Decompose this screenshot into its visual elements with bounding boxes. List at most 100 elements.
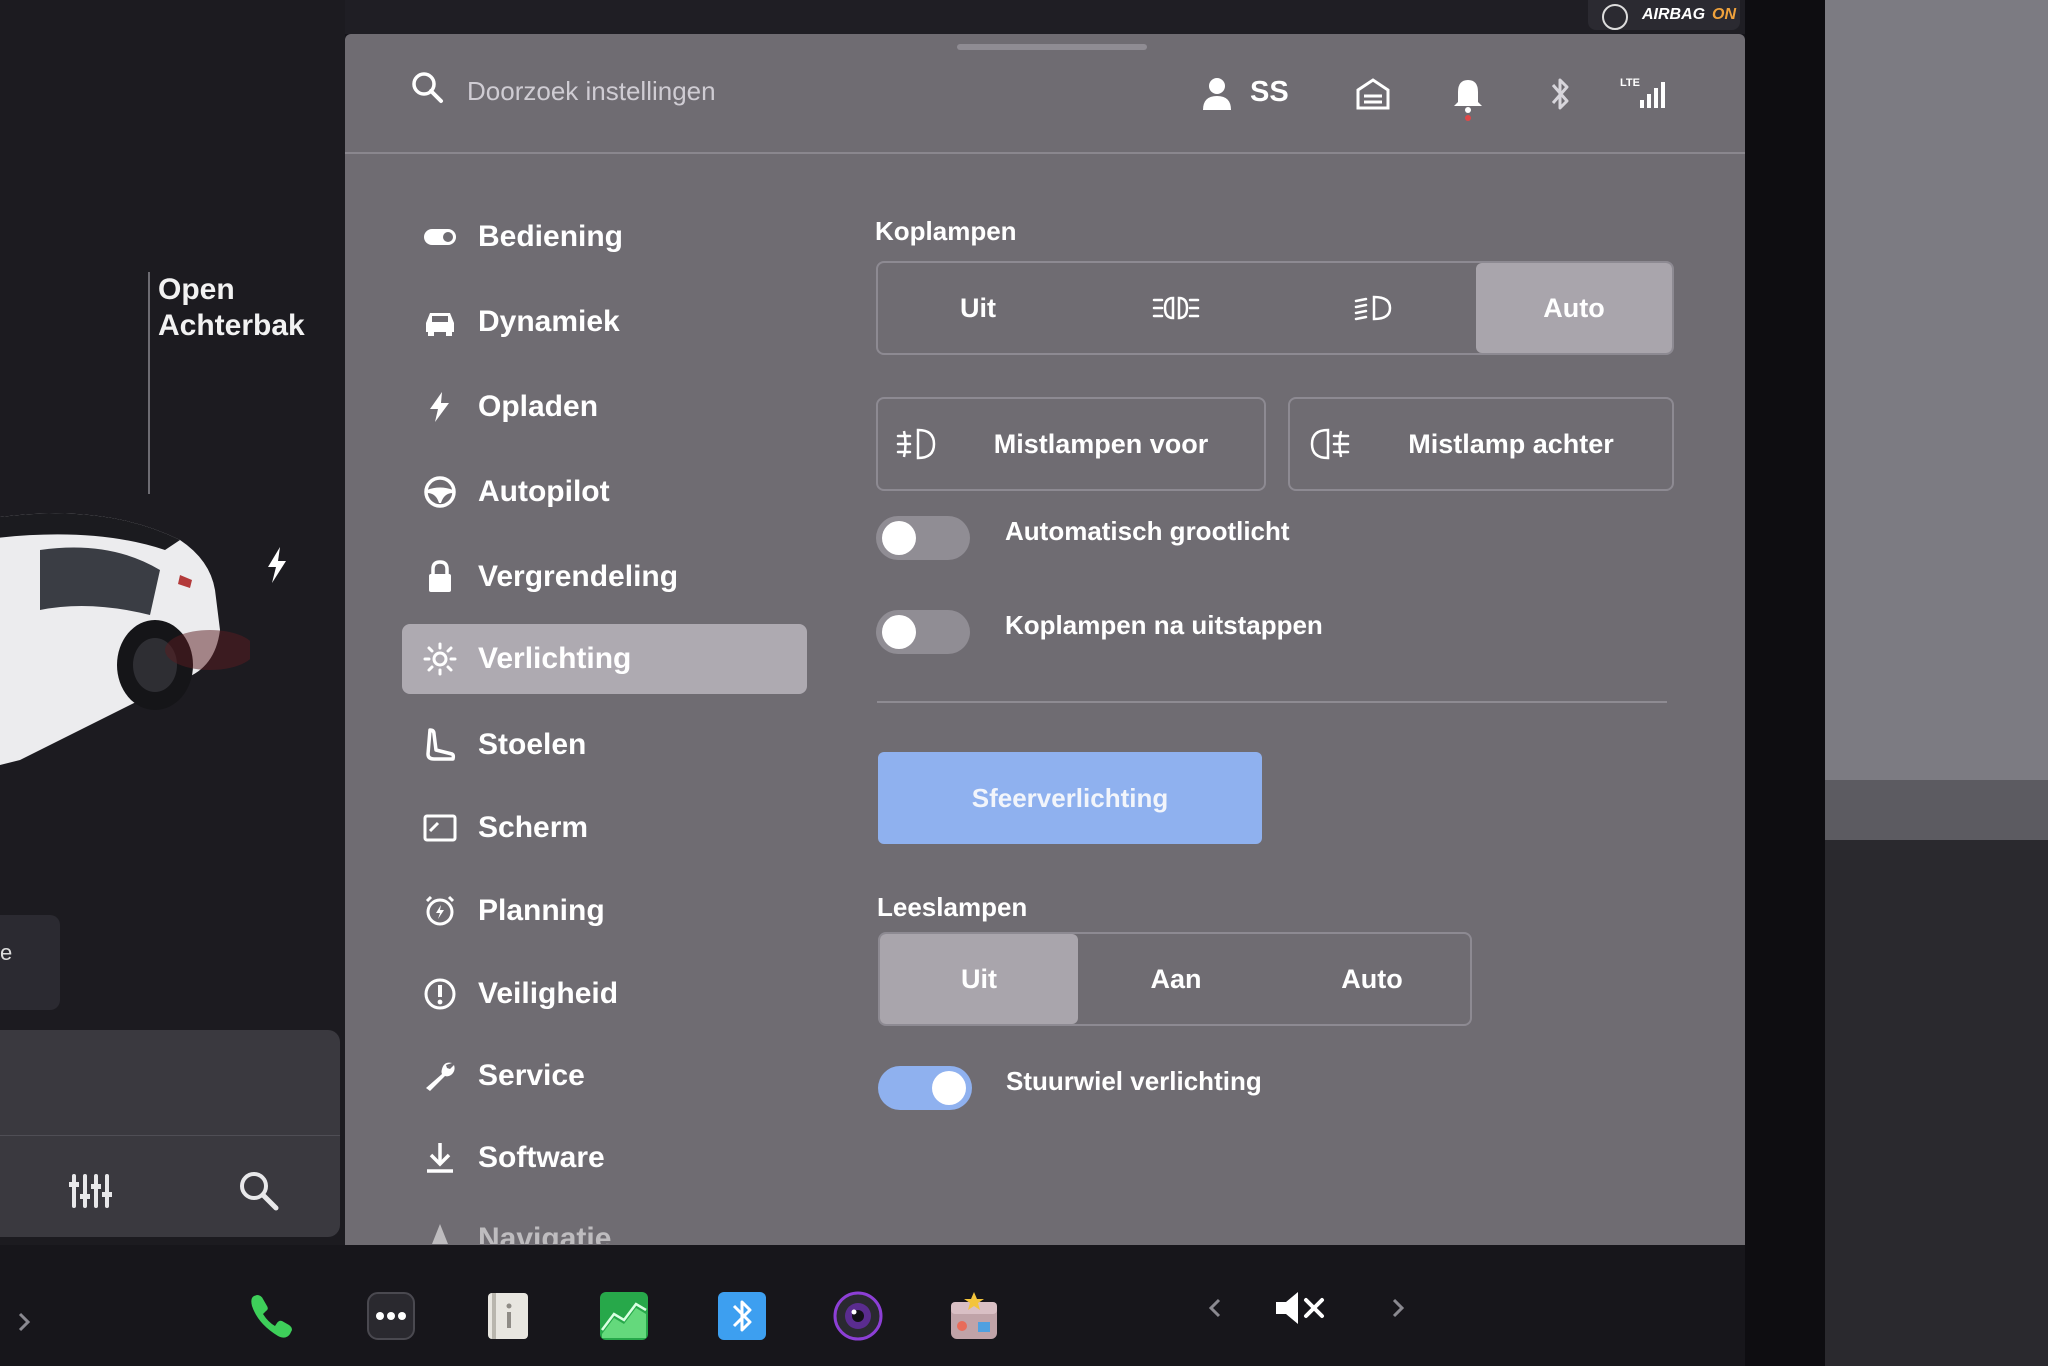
steering-wheel-icon — [424, 476, 456, 508]
headlights-off-option[interactable]: Uit — [878, 263, 1078, 353]
sidebar-item-label: Stoelen — [478, 728, 587, 761]
headlights-low-beam-option[interactable] — [1274, 263, 1474, 353]
airbag-state: ON — [1712, 6, 1736, 23]
lock-icon — [429, 560, 451, 592]
volume-down-chevron-icon[interactable] — [1205, 1296, 1225, 1320]
sliders-icon[interactable] — [66, 1170, 116, 1212]
airbag-icon — [1602, 4, 1628, 30]
sidebar-item-software[interactable]: Software — [402, 1123, 807, 1193]
sidebar-item-navigatie[interactable]: Navigatie — [402, 1204, 807, 1244]
sidebar-item-label: Vergrendeling — [478, 560, 679, 593]
charge-port-icon[interactable] — [262, 545, 292, 585]
reading-lights-auto-option[interactable]: Auto — [1274, 934, 1470, 1024]
ambient-lighting-button[interactable]: Sfeerverlichting — [878, 752, 1262, 844]
sidebar-item-opladen[interactable]: Opladen — [402, 372, 807, 442]
car-icon — [426, 313, 454, 336]
headlights-after-exit-label: Koplampen na uitstappen — [1005, 610, 1323, 640]
bell-icon[interactable] — [1450, 76, 1486, 122]
headlights-after-exit-toggle[interactable] — [876, 610, 970, 654]
parking-lights-icon — [1152, 296, 1200, 320]
sidebar-item-label: Navigatie — [478, 1222, 612, 1244]
low-beam-icon — [1354, 295, 1392, 321]
sidebar-item-vergrendeling[interactable]: Vergrendeling — [402, 542, 807, 612]
fog-front-button[interactable]: Mistlampen voor — [876, 397, 1266, 491]
sidebar-item-label: Service — [478, 1059, 585, 1092]
sidebar-item-label: Planning — [478, 894, 605, 927]
toybox-icon[interactable] — [948, 1290, 1000, 1342]
reading-lights-on-option[interactable]: Aan — [1078, 934, 1274, 1024]
header-divider — [345, 152, 1745, 154]
settings-search-input[interactable] — [465, 68, 969, 114]
toggle-icon — [424, 229, 456, 245]
alert-circle-icon — [424, 978, 456, 1010]
sidebar-item-stoelen[interactable]: Stoelen — [402, 710, 807, 780]
volume-up-chevron-icon[interactable] — [1388, 1296, 1408, 1320]
alarm-clock-icon — [425, 895, 455, 926]
search-icon[interactable] — [410, 70, 444, 104]
sidebar-item-scherm[interactable]: Scherm — [402, 793, 807, 863]
headlights-auto-option[interactable]: Auto — [1476, 263, 1672, 353]
search-icon[interactable] — [236, 1168, 280, 1212]
section-divider — [877, 701, 1667, 703]
car-interior-background — [1825, 0, 2048, 780]
more-apps-icon[interactable] — [365, 1290, 417, 1342]
camera-icon[interactable] — [832, 1290, 884, 1342]
navigation-arrow-icon — [432, 1224, 448, 1244]
sidebar-item-verlichting[interactable]: Verlichting — [402, 624, 807, 694]
headlights-title: Koplampen — [875, 216, 1017, 246]
seat-icon — [426, 728, 456, 761]
fog-front-label: Mistlampen voor — [993, 429, 1209, 459]
steering-wheel-light-label: Stuurwiel verlichting — [1006, 1066, 1262, 1096]
energy-chart-icon[interactable] — [598, 1290, 650, 1342]
lightning-icon — [430, 392, 449, 422]
bluetooth-icon[interactable] — [1545, 74, 1575, 114]
fog-rear-button[interactable]: Mistlamp achter — [1288, 397, 1674, 491]
sidebar-item-label: Scherm — [478, 811, 589, 844]
homelink-icon[interactable] — [1355, 76, 1391, 112]
map-status-strip — [345, 0, 1745, 34]
panel-drag-handle[interactable] — [957, 44, 1147, 50]
sidebar-item-label: Opladen — [478, 390, 599, 423]
trunk-label-line1: Open — [158, 273, 235, 306]
mute-icon[interactable] — [1272, 1288, 1330, 1328]
phone-icon[interactable] — [246, 1290, 298, 1342]
airbag-label: AIRBAG — [1642, 6, 1706, 23]
lte-label: LTE — [1620, 77, 1640, 89]
airbag-status-badge: AIRBAG ON — [1588, 0, 1740, 30]
sidebar-item-autopilot[interactable]: Autopilot — [402, 457, 807, 527]
download-icon — [427, 1143, 453, 1173]
sidebar-item-label: Bediening — [478, 220, 624, 253]
reading-lights-title: Leeslampen — [877, 892, 1028, 922]
sidebar-item-service[interactable]: Service — [402, 1041, 807, 1111]
bluetooth-app-icon[interactable] — [716, 1290, 768, 1342]
trunk-pointer-line — [148, 272, 150, 494]
profile-name[interactable]: SS — [1250, 76, 1289, 109]
open-trunk-button[interactable]: Open Achterbak — [158, 272, 305, 344]
car-image — [0, 513, 250, 765]
left-tab-stub-text: e — [0, 940, 13, 965]
auto-high-beam-label: Automatisch grootlicht — [1005, 516, 1290, 546]
sidebar-item-dynamiek[interactable]: Dynamiek — [402, 287, 807, 357]
left-quick-controls — [0, 1030, 340, 1237]
toggle-knob — [882, 521, 916, 555]
sidebar-item-bediening[interactable]: Bediening — [402, 202, 807, 272]
lte-signal-icon: LTE — [1620, 77, 1665, 108]
headlights-segmented-control: Uit Auto — [876, 261, 1674, 355]
auto-high-beam-toggle[interactable] — [876, 516, 970, 560]
sidebar-item-label: Veiligheid — [478, 977, 619, 1010]
divider — [0, 1135, 340, 1136]
chevron-right-icon[interactable] — [14, 1310, 34, 1334]
wrench-icon — [426, 1062, 455, 1091]
steering-wheel-light-toggle[interactable] — [878, 1066, 972, 1110]
profile-icon[interactable] — [1200, 76, 1234, 112]
fog-rear-label: Mistlamp achter — [1408, 429, 1614, 459]
reading-lights-off-option[interactable]: Uit — [880, 934, 1078, 1024]
sidebar-item-label: Autopilot — [478, 475, 610, 508]
sidebar-item-planning[interactable]: Planning — [402, 876, 807, 946]
sidebar-item-label: Software — [478, 1141, 605, 1174]
car-interior-background — [1825, 840, 2048, 1366]
sidebar-item-veiligheid[interactable]: Veiligheid — [402, 959, 807, 1029]
sidebar-item-label: Dynamiek — [478, 305, 620, 338]
headlights-parking-option[interactable] — [1076, 263, 1276, 353]
manual-icon[interactable] — [482, 1290, 534, 1342]
